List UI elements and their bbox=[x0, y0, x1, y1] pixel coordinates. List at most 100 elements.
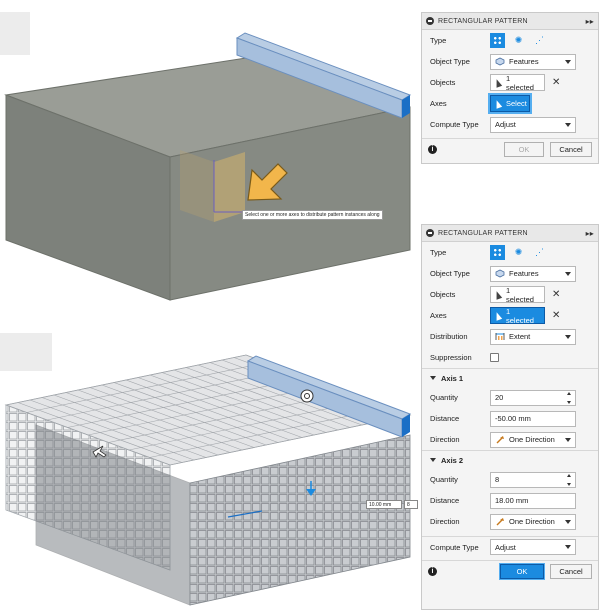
axis1-direction-dropdown[interactable]: One Direction bbox=[490, 431, 576, 448]
path-pattern-icon[interactable]: ⋰ bbox=[532, 33, 547, 48]
axis2-distance-value: 18.00 mm bbox=[495, 496, 529, 505]
distance-label: Distance bbox=[430, 414, 460, 423]
info-icon[interactable]: i bbox=[428, 145, 437, 154]
suppression-label: Suppression bbox=[430, 353, 472, 362]
distance-input-overlay[interactable]: 10.00 mm bbox=[366, 500, 402, 509]
path-pattern-icon[interactable]: ⋰ bbox=[532, 245, 547, 260]
expand-icon[interactable]: ▸▸ bbox=[586, 229, 594, 238]
axes-select-button[interactable]: Select bbox=[490, 95, 530, 112]
panel-footer: i OK Cancel bbox=[422, 138, 598, 160]
distribution-label: Distribution bbox=[430, 332, 468, 341]
view-swatch bbox=[0, 12, 30, 55]
panel-footer: i OK Cancel bbox=[422, 560, 598, 582]
object-type-value: Features bbox=[509, 57, 539, 66]
panel-header: RECTANGULAR PATTERN ▸▸ bbox=[422, 225, 598, 242]
axis1-direction-row: Direction One Direction bbox=[422, 429, 598, 450]
axes-row: Axes Select bbox=[422, 93, 598, 114]
axis1-quantity-stepper[interactable]: 20 bbox=[490, 389, 576, 406]
rectangular-pattern-panel-top: RECTANGULAR PATTERN ▸▸ Type ✺ ⋰ Object T… bbox=[421, 12, 599, 164]
ok-button[interactable]: OK bbox=[504, 142, 544, 157]
suppression-checkbox[interactable] bbox=[490, 353, 499, 362]
objects-value: 1 selected bbox=[506, 73, 534, 92]
circular-pattern-icon[interactable]: ✺ bbox=[511, 33, 526, 48]
cancel-button[interactable]: Cancel bbox=[550, 142, 592, 157]
compute-type-label: Compute Type bbox=[430, 542, 479, 552]
quantity-label: Quantity bbox=[430, 393, 458, 402]
select-arrow-icon bbox=[493, 77, 503, 88]
axis2-quantity-value: 8 bbox=[495, 475, 500, 484]
solid-box-model[interactable] bbox=[0, 0, 418, 305]
quantity-input-overlay[interactable]: 8 bbox=[404, 500, 418, 509]
direction-label: Direction bbox=[430, 517, 460, 526]
axis2-direction-value: One Direction bbox=[509, 517, 555, 526]
quantity-label: Quantity bbox=[430, 475, 458, 484]
axes-select-button[interactable]: 1 selected bbox=[490, 306, 545, 325]
rectangular-pattern-icon[interactable] bbox=[490, 245, 505, 260]
axis2-title: Axis 2 bbox=[441, 455, 464, 465]
chevron-down-icon bbox=[430, 376, 436, 380]
object-type-dropdown[interactable]: Features bbox=[490, 53, 576, 70]
type-label: Type bbox=[430, 36, 447, 45]
axis2-direction-row: Direction One Direction bbox=[422, 511, 598, 532]
viewport-bottom[interactable]: 10.00 mm 8 bbox=[0, 305, 418, 611]
object-type-row: Object Type Features bbox=[422, 51, 598, 72]
objects-label: Objects bbox=[430, 78, 456, 87]
compute-type-label: Compute Type bbox=[430, 120, 479, 129]
circular-pattern-icon[interactable]: ✺ bbox=[511, 245, 526, 260]
axis2-section[interactable]: Axis 2 bbox=[422, 450, 598, 469]
axes-row: Axes 1 selected ✕ bbox=[422, 305, 598, 326]
axis2-direction-dropdown[interactable]: One Direction bbox=[490, 513, 576, 530]
axis1-section[interactable]: Axis 1 bbox=[422, 368, 598, 387]
distribution-dropdown[interactable]: Extent bbox=[490, 328, 576, 345]
view-swatch bbox=[0, 333, 52, 371]
suppression-row: Suppression bbox=[422, 347, 598, 368]
axes-value: 1 selected bbox=[506, 306, 534, 325]
axis1-quantity-value: 20 bbox=[495, 393, 504, 402]
objects-select-button[interactable]: 1 selected bbox=[490, 285, 545, 304]
ok-button[interactable]: OK bbox=[500, 564, 544, 579]
viewport-top[interactable]: Select one or more axes to distribute pa… bbox=[0, 0, 418, 305]
collapse-icon[interactable] bbox=[426, 229, 434, 237]
objects-value: 1 selected bbox=[506, 285, 534, 304]
object-type-dropdown[interactable]: Features bbox=[490, 265, 576, 282]
compute-type-dropdown[interactable]: Adjust bbox=[490, 539, 576, 555]
axis1-distance-input[interactable]: -50.00 mm bbox=[490, 410, 576, 427]
axis1-direction-value: One Direction bbox=[509, 435, 555, 444]
compute-type-dropdown[interactable]: Adjust bbox=[490, 116, 576, 133]
features-icon bbox=[495, 269, 505, 278]
compute-type-row: Compute Type Adjust bbox=[422, 536, 598, 557]
axis2-quantity-row: Quantity 8 bbox=[422, 469, 598, 490]
compute-type-value: Adjust bbox=[495, 120, 516, 129]
axis1-distance-row: Distance -50.00 mm bbox=[422, 408, 598, 429]
cancel-button[interactable]: Cancel bbox=[550, 564, 592, 579]
axes-label: Axes bbox=[430, 99, 447, 108]
rectangular-pattern-icon[interactable] bbox=[490, 33, 505, 48]
collapse-icon[interactable] bbox=[426, 17, 434, 25]
close-icon[interactable]: ✕ bbox=[552, 77, 560, 88]
object-type-row: Object Type Features bbox=[422, 263, 598, 284]
rectangular-pattern-panel-bottom: RECTANGULAR PATTERN ▸▸ Type ✺ ⋰ Object T… bbox=[421, 224, 599, 610]
object-type-label: Object Type bbox=[430, 269, 470, 278]
info-icon[interactable]: i bbox=[428, 567, 437, 576]
axis2-distance-row: Distance 18.00 mm bbox=[422, 490, 598, 511]
rotate-icon[interactable] bbox=[300, 389, 314, 403]
axis1-quantity-row: Quantity 20 bbox=[422, 387, 598, 408]
panel-header: RECTANGULAR PATTERN ▸▸ bbox=[422, 13, 598, 30]
compute-type-row: Compute Type Adjust bbox=[422, 114, 598, 135]
compute-type-value: Adjust bbox=[495, 542, 516, 552]
axis2-distance-input[interactable]: 18.00 mm bbox=[490, 492, 576, 509]
direction-icon bbox=[496, 518, 504, 526]
axes-value: Select bbox=[506, 99, 527, 108]
expand-icon[interactable]: ▸▸ bbox=[586, 17, 594, 26]
type-label: Type bbox=[430, 248, 447, 257]
axes-tooltip: Select one or more axes to distribute pa… bbox=[242, 210, 383, 220]
close-icon[interactable]: ✕ bbox=[552, 289, 560, 300]
axis2-quantity-stepper[interactable]: 8 bbox=[490, 471, 576, 488]
pattern-grid-model[interactable] bbox=[0, 305, 418, 611]
direction-icon bbox=[496, 436, 504, 444]
objects-select-button[interactable]: 1 selected bbox=[490, 73, 545, 92]
objects-label: Objects bbox=[430, 290, 456, 299]
select-arrow-icon bbox=[493, 289, 503, 300]
objects-row: Objects 1 selected ✕ bbox=[422, 284, 598, 305]
close-icon[interactable]: ✕ bbox=[552, 310, 560, 321]
